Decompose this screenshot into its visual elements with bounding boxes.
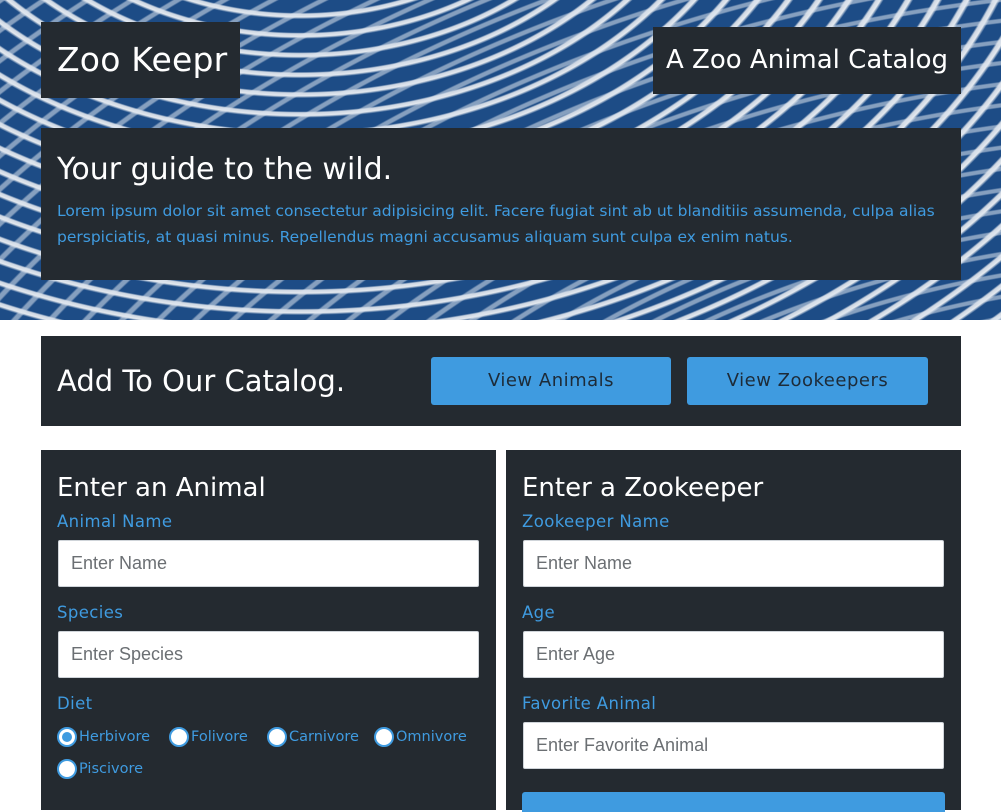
zookeeper-submit-button[interactable] (522, 792, 945, 812)
radio-unchecked-icon[interactable] (374, 727, 394, 747)
diet-radio-group: Herbivore Folivore Carnivore Omnivore Pi… (57, 721, 478, 785)
brand-logo[interactable]: Zoo Keepr (41, 22, 240, 98)
diet-option-label: Herbivore (79, 729, 151, 745)
site-tagline: A Zoo Animal Catalog (653, 27, 961, 94)
age-input[interactable] (523, 631, 944, 678)
diet-option-label: Piscivore (79, 761, 144, 777)
diet-option-piscivore[interactable]: Piscivore (57, 753, 167, 785)
diet-option-label: Folivore (191, 729, 248, 745)
favorite-animal-input[interactable] (523, 722, 944, 769)
radio-unchecked-icon[interactable] (169, 727, 189, 747)
catalog-bar: Add To Our Catalog. View Animals View Zo… (41, 336, 961, 426)
animal-name-label: Animal Name (57, 512, 173, 531)
species-input[interactable] (58, 631, 479, 678)
intro-text: Lorem ipsum dolor sit amet consectetur a… (57, 202, 935, 246)
diet-option-label: Carnivore (289, 729, 359, 745)
diet-option-omnivore[interactable]: Omnivore (374, 721, 476, 753)
intro-heading: Your guide to the wild. (57, 152, 393, 187)
zookeeper-form-title: Enter a Zookeeper (522, 473, 764, 503)
view-zookeepers-button[interactable]: View Zookeepers (687, 357, 928, 405)
animal-form-title: Enter an Animal (57, 473, 266, 503)
age-label: Age (522, 603, 556, 622)
diet-option-folivore[interactable]: Folivore (169, 721, 267, 753)
intro-box: Your guide to the wild. Lorem ipsum dolo… (41, 128, 961, 280)
species-label: Species (57, 603, 124, 622)
radio-unchecked-icon[interactable] (267, 727, 287, 747)
catalog-heading: Add To Our Catalog. (57, 364, 346, 398)
radio-unchecked-icon[interactable] (57, 759, 77, 779)
diet-option-carnivore[interactable]: Carnivore (267, 721, 374, 753)
favorite-animal-label: Favorite Animal (522, 694, 657, 713)
zookeeper-name-input[interactable] (523, 540, 944, 587)
diet-option-herbivore[interactable]: Herbivore (57, 721, 169, 753)
animal-name-input[interactable] (58, 540, 479, 587)
animal-form: Enter an Animal Animal Name Species Diet… (41, 450, 496, 810)
zookeeper-name-label: Zookeeper Name (522, 512, 670, 531)
radio-checked-icon[interactable] (57, 727, 77, 747)
zookeeper-form: Enter a Zookeeper Zookeeper Name Age Fav… (506, 450, 961, 812)
hero-banner: Zoo Keepr A Zoo Animal Catalog Your guid… (0, 0, 1001, 320)
view-animals-button[interactable]: View Animals (431, 357, 671, 405)
diet-label: Diet (57, 694, 93, 713)
diet-option-label: Omnivore (396, 729, 467, 745)
